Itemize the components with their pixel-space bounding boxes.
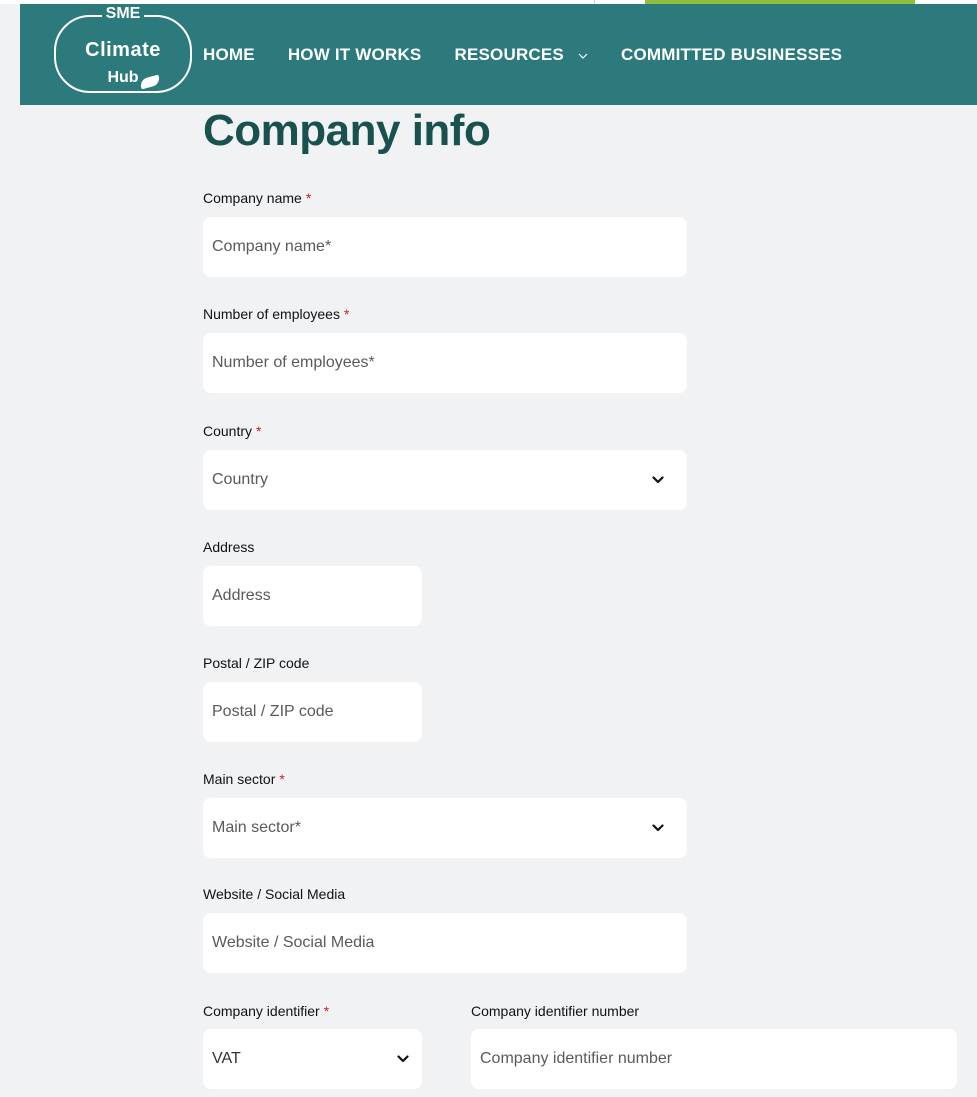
field-label-text: Country bbox=[203, 423, 253, 439]
chevron-down-icon bbox=[651, 821, 665, 835]
input-placeholder: Address bbox=[212, 587, 271, 604]
chevron-down-icon bbox=[578, 48, 588, 62]
nav-item-home[interactable]: HOME bbox=[203, 45, 255, 65]
page-title: Company info bbox=[203, 106, 491, 155]
company-identifier-number-input[interactable]: Company identifier number bbox=[471, 1029, 957, 1089]
site-header: SME Climate Hub HOME HOW IT WORKS RESOUR… bbox=[20, 4, 977, 105]
input-placeholder: Number of employees* bbox=[212, 354, 375, 371]
input-placeholder: Postal / ZIP code bbox=[212, 703, 334, 720]
employees-label: Number of employees * bbox=[203, 306, 349, 322]
field-label-text: Main sector bbox=[203, 771, 276, 787]
address-label: Address bbox=[203, 539, 254, 555]
nav-item-how-it-works[interactable]: HOW IT WORKS bbox=[288, 45, 422, 65]
main-sector-select[interactable]: Main sector* bbox=[203, 798, 687, 858]
nav-item-label: RESOURCES bbox=[454, 44, 564, 64]
field-label-text: Website / Social Media bbox=[203, 886, 346, 902]
nav-item-label: HOW IT WORKS bbox=[287, 44, 422, 64]
input-placeholder: Company identifier number bbox=[480, 1050, 673, 1067]
website-input[interactable]: Website / Social Media bbox=[203, 913, 687, 973]
required-marker: * bbox=[305, 190, 312, 206]
nav-item-label: COMMITTED BUSINESSES bbox=[620, 44, 843, 64]
main-nav: HOME HOW IT WORKS RESOURCES COMMITTED BU… bbox=[203, 4, 875, 105]
select-value: Country bbox=[212, 471, 269, 488]
nav-item-resources[interactable]: RESOURCES bbox=[454, 45, 588, 65]
select-value: Main sector* bbox=[212, 819, 301, 836]
postal-code-input[interactable]: Postal / ZIP code bbox=[203, 682, 422, 742]
field-label-text: Company identifier bbox=[203, 1003, 320, 1019]
field-label-text: Company identifier number bbox=[471, 1003, 640, 1019]
company-identifier-select[interactable]: VAT bbox=[203, 1029, 422, 1089]
required-marker: * bbox=[343, 306, 350, 322]
logo-text-top: SME bbox=[101, 5, 145, 22]
nav-item-committed-businesses[interactable]: COMMITTED BUSINESSES bbox=[621, 45, 842, 65]
field-label-text: Postal / ZIP code bbox=[203, 655, 310, 671]
company-identifier-number-label: Company identifier number bbox=[471, 1003, 639, 1019]
country-label: Country * bbox=[203, 423, 261, 439]
field-label-text: Address bbox=[203, 539, 255, 555]
field-label-text: Company name bbox=[203, 190, 302, 206]
field-label-text: Number of employees bbox=[203, 306, 340, 322]
logo-text-middle: Climate bbox=[85, 39, 161, 61]
employees-input[interactable]: Number of employees* bbox=[203, 333, 687, 393]
logo-text-bottom: Hub bbox=[103, 69, 143, 86]
company-name-label: Company name * bbox=[203, 190, 311, 206]
select-value: VAT bbox=[212, 1050, 241, 1067]
input-placeholder: Website / Social Media bbox=[212, 934, 375, 951]
address-input[interactable]: Address bbox=[203, 566, 422, 626]
required-marker: * bbox=[256, 423, 262, 439]
required-marker: * bbox=[279, 771, 285, 787]
company-identifier-label: Company identifier * bbox=[203, 1003, 329, 1019]
chevron-down-icon bbox=[396, 1052, 410, 1066]
main-sector-label: Main sector * bbox=[203, 771, 285, 787]
company-name-input[interactable]: Company name* bbox=[203, 217, 687, 277]
chevron-down-icon bbox=[651, 473, 665, 487]
input-placeholder: Company name* bbox=[212, 238, 332, 255]
country-select[interactable]: Country bbox=[203, 450, 687, 510]
sme-climate-hub-logo[interactable]: SME Climate Hub bbox=[54, 5, 192, 93]
required-marker: * bbox=[323, 1003, 330, 1019]
nav-item-label: HOME bbox=[203, 44, 255, 64]
postal-label: Postal / ZIP code bbox=[203, 655, 309, 671]
website-label: Website / Social Media bbox=[203, 886, 345, 902]
